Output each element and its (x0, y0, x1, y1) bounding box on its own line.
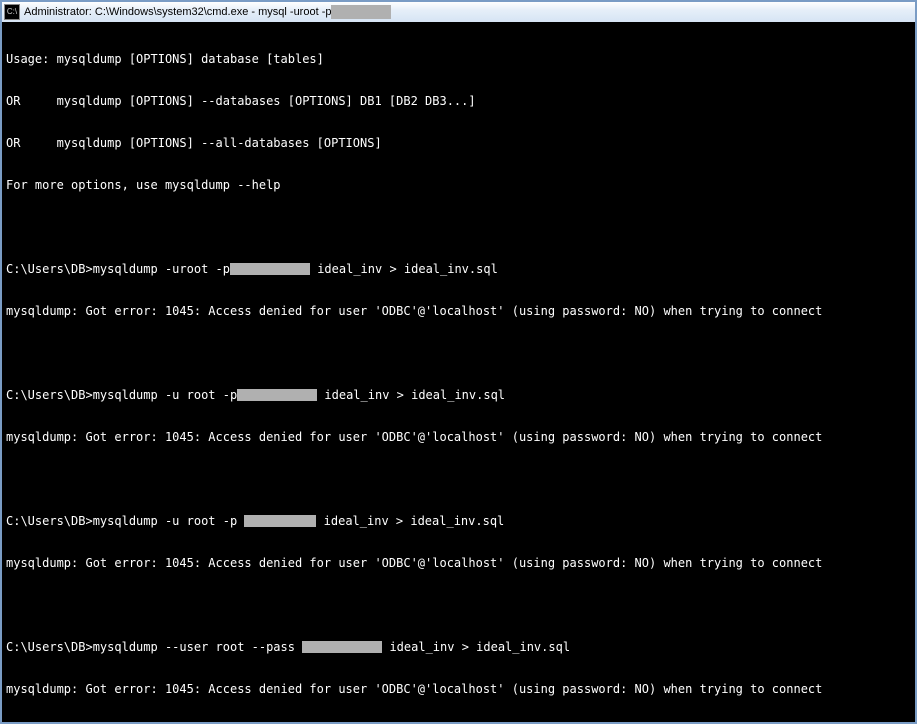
cmd-line: C:\Users\DB>mysqldump --user root --pass… (6, 640, 911, 654)
title-redaction (331, 5, 391, 19)
cmd-line: C:\Users\DB>mysqldump -u root -p ideal_i… (6, 514, 911, 528)
error-line: mysqldump: Got error: 1045: Access denie… (6, 430, 911, 444)
cmd-line: C:\Users\DB>mysqldump -u root -p ideal_i… (6, 388, 911, 402)
output-line: For more options, use mysqldump --help (6, 178, 911, 192)
cmd-line: C:\Users\DB>mysqldump -uroot -p ideal_in… (6, 262, 911, 276)
password-redaction (237, 389, 317, 401)
cmd-window: C:\ Administrator: C:\Windows\system32\c… (0, 0, 917, 724)
password-redaction (302, 641, 382, 653)
title-bar[interactable]: C:\ Administrator: C:\Windows\system32\c… (2, 2, 915, 22)
password-redaction (244, 515, 316, 527)
error-line: mysqldump: Got error: 1045: Access denie… (6, 682, 911, 696)
terminal-output[interactable]: Usage: mysqldump [OPTIONS] database [tab… (2, 22, 915, 722)
error-line: mysqldump: Got error: 1045: Access denie… (6, 556, 911, 570)
output-line (6, 346, 911, 360)
output-line (6, 598, 911, 612)
window-title: Administrator: C:\Windows\system32\cmd.e… (24, 6, 331, 18)
output-line: OR mysqldump [OPTIONS] --databases [OPTI… (6, 94, 911, 108)
output-line: OR mysqldump [OPTIONS] --all-databases [… (6, 136, 911, 150)
output-line (6, 472, 911, 486)
cmd-icon: C:\ (4, 4, 20, 20)
output-line: Usage: mysqldump [OPTIONS] database [tab… (6, 52, 911, 66)
output-line (6, 220, 911, 234)
error-line: mysqldump: Got error: 1045: Access denie… (6, 304, 911, 318)
password-redaction (230, 263, 310, 275)
